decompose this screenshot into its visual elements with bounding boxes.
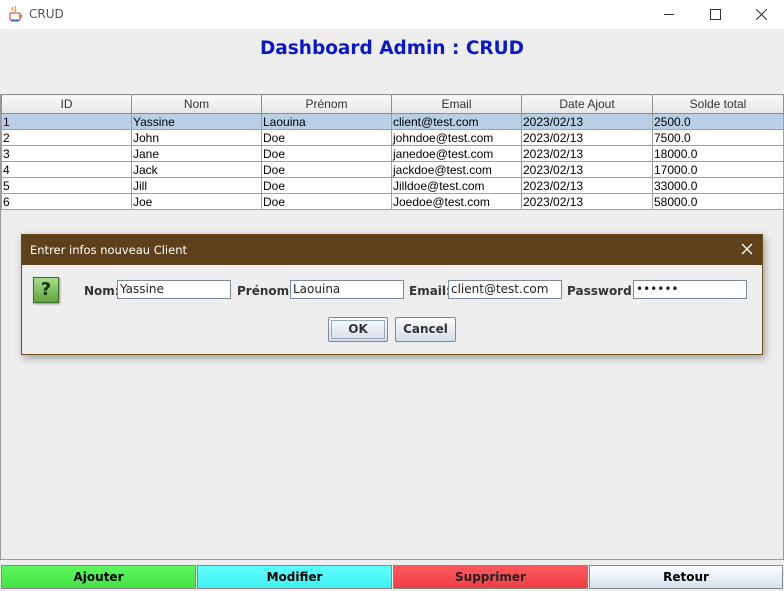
cell-email: client@test.com [391, 113, 522, 130]
cell-prenom: Doe [261, 129, 392, 146]
cell-date-ajout: 2023/02/13 [521, 145, 653, 162]
prenom-field[interactable]: Laouina [290, 280, 404, 299]
cell-date-ajout: 2023/02/13 [521, 177, 653, 194]
ok-button[interactable]: OK [328, 317, 388, 342]
table-row[interactable]: 5 Jill Doe Jilldoe@test.com 2023/02/13 3… [1, 177, 784, 194]
cell-solde-total: 33000.0 [652, 177, 784, 194]
cell-email: Jilldoe@test.com [391, 177, 522, 194]
question-icon: ? [33, 277, 59, 303]
cell-email: jackdoe@test.com [391, 161, 522, 178]
cell-id: 6 [1, 193, 132, 210]
dialog-title: Entrer infos nouveau Client [30, 243, 187, 257]
cell-id: 4 [1, 161, 132, 178]
cell-nom: Jack [131, 161, 262, 178]
retour-button[interactable]: Retour [589, 565, 783, 589]
maximize-button[interactable] [692, 0, 738, 29]
table-row[interactable]: 3 Jane Doe janedoe@test.com 2023/02/13 1… [1, 145, 784, 162]
cell-prenom: Laouina [261, 113, 392, 130]
column-header-solde-total[interactable]: Solde total [652, 94, 784, 114]
cell-id: 2 [1, 129, 132, 146]
modifier-button[interactable]: Modifier [197, 565, 392, 589]
cell-date-ajout: 2023/02/13 [521, 193, 653, 210]
close-window-button[interactable] [738, 0, 784, 29]
supprimer-button[interactable]: Supprimer [393, 565, 588, 589]
cell-date-ajout: 2023/02/13 [521, 161, 653, 178]
cell-email: johndoe@test.com [391, 129, 522, 146]
cell-date-ajout: 2023/02/13 [521, 129, 653, 146]
window-title: CRUD [29, 7, 64, 21]
column-header-id[interactable]: ID [1, 94, 132, 114]
cell-prenom: Doe [261, 177, 392, 194]
cell-solde-total: 7500.0 [652, 129, 784, 146]
cell-solde-total: 2500.0 [652, 113, 784, 130]
cell-email: Joedoe@test.com [391, 193, 522, 210]
cell-nom: Joe [131, 193, 262, 210]
cell-nom: Yassine [131, 113, 262, 130]
table-row[interactable]: 6 Joe Doe Joedoe@test.com 2023/02/13 580… [1, 193, 784, 210]
cell-prenom: Doe [261, 193, 392, 210]
email-label: Email: [409, 284, 451, 298]
cell-prenom: Doe [261, 161, 392, 178]
column-header-nom[interactable]: Nom [131, 94, 262, 114]
nom-label: Nom: [84, 284, 120, 298]
column-header-prenom[interactable]: Prénom [261, 94, 392, 114]
password-label: Password: [567, 284, 637, 298]
java-app-icon [9, 5, 23, 22]
cell-solde-total: 58000.0 [652, 193, 784, 210]
password-field[interactable]: •••••• [633, 280, 747, 299]
cell-id: 3 [1, 145, 132, 162]
cell-nom: John [131, 129, 262, 146]
table-row[interactable]: 2 John Doe johndoe@test.com 2023/02/13 7… [1, 129, 784, 146]
dialog-titlebar: Entrer infos nouveau Client [22, 235, 762, 265]
cell-id: 1 [1, 113, 132, 130]
cell-nom: Jane [131, 145, 262, 162]
cell-solde-total: 18000.0 [652, 145, 784, 162]
window-titlebar: CRUD [0, 0, 784, 29]
table-header-row: ID Nom Prénom Email Date Ajout Solde tot… [1, 94, 784, 114]
cell-date-ajout: 2023/02/13 [521, 113, 653, 130]
clients-table: ID Nom Prénom Email Date Ajout Solde tot… [1, 94, 784, 210]
column-header-date-ajout[interactable]: Date Ajout [521, 94, 653, 114]
cell-email: janedoe@test.com [391, 145, 522, 162]
column-header-email[interactable]: Email [391, 94, 522, 114]
minimize-button[interactable] [646, 0, 692, 29]
cell-id: 5 [1, 177, 132, 194]
table-row[interactable]: 1 Yassine Laouina client@test.com 2023/0… [1, 113, 784, 130]
page-title: Dashboard Admin : CRUD [259, 38, 525, 59]
ajouter-button[interactable]: Ajouter [1, 565, 196, 589]
cancel-button[interactable]: Cancel [395, 317, 456, 342]
cell-solde-total: 17000.0 [652, 161, 784, 178]
email-field[interactable]: client@test.com [448, 280, 562, 299]
prenom-label: Prénom: [237, 284, 294, 298]
close-icon[interactable] [740, 242, 754, 256]
nom-field[interactable]: Yassine [117, 280, 231, 299]
table-row[interactable]: 4 Jack Doe jackdoe@test.com 2023/02/13 1… [1, 161, 784, 178]
new-client-dialog: Entrer infos nouveau Client ? Nom: Yassi… [21, 234, 763, 355]
cell-prenom: Doe [261, 145, 392, 162]
cell-nom: Jill [131, 177, 262, 194]
